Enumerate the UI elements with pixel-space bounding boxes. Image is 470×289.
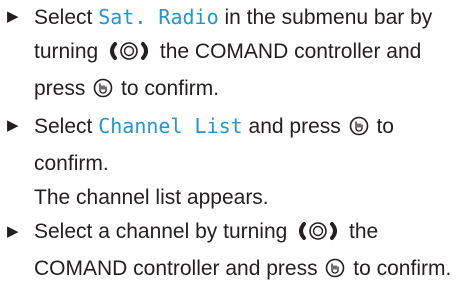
step-1-text: to confirm.: [115, 77, 220, 100]
bullet-triangle-icon: ▶: [7, 117, 19, 134]
controller-turn-icon: [107, 38, 151, 72]
step-3-text: to confirm.: [347, 257, 452, 280]
controller-press-icon: [349, 113, 369, 147]
result-note: The channel list appears.: [34, 186, 269, 209]
controller-turn-icon: [296, 218, 340, 252]
bullet-triangle-icon: ▶: [7, 223, 19, 240]
menu-item-sat-radio: Sat. Radio: [98, 5, 219, 29]
step-3-text: Select a channel by turning: [34, 220, 294, 243]
menu-item-channel-list: Channel List: [98, 114, 243, 138]
instruction-list: ▶ Select Sat. Radio in the submenu bar b…: [0, 0, 470, 289]
step-2-text: and press: [242, 115, 347, 138]
bullet-triangle-icon: ▶: [7, 8, 19, 25]
controller-press-icon: [93, 75, 113, 109]
step-3: ▶ Select a channel by turning the COMAND…: [0, 215, 470, 289]
step-2-text: Select: [34, 115, 99, 138]
step-2: ▶ Select Channel List and press to confi…: [0, 109, 470, 181]
step-1: ▶ Select Sat. Radio in the submenu bar b…: [0, 0, 470, 109]
step-1-text: Select: [34, 6, 99, 29]
